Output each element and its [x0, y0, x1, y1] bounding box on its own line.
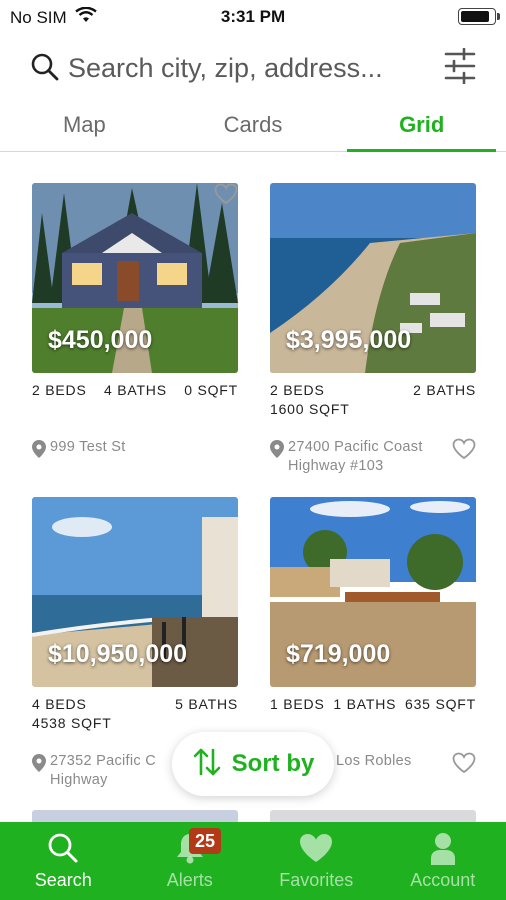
- location-pin-icon: [270, 440, 284, 463]
- view-tabs: Map Cards Grid: [0, 100, 506, 152]
- sqft-count: 1600 SQFT: [270, 401, 350, 417]
- listing-card[interactable]: $450,000 2 BEDS 4 BATHS 0 SQFT 999 Test …: [32, 183, 238, 463]
- listing-price: $3,995,000: [286, 326, 412, 354]
- location-pin-icon: [32, 440, 46, 463]
- nav-label: Search: [34, 870, 92, 890]
- listing-specs: 2 BEDS 4 BATHS 0 SQFT: [32, 381, 238, 400]
- sqft-count: 0 SQFT: [184, 382, 238, 398]
- person-icon: [429, 832, 457, 871]
- filter-sliders-icon[interactable]: [444, 47, 476, 89]
- listing-photo[interactable]: $3,995,000: [270, 183, 476, 373]
- sqft-count: 4538 SQFT: [32, 715, 112, 731]
- listing-specs: 1 BEDS 1 BATHS 635 SQFT: [270, 695, 476, 714]
- listing-address: 999 Test St: [32, 183, 238, 463]
- beds-count: 2 BEDS: [32, 382, 87, 398]
- listing-price: $719,000: [286, 640, 391, 668]
- sort-arrows-icon: [192, 747, 222, 782]
- nav-favorites[interactable]: Favorites: [253, 822, 380, 900]
- beds-count: 2 BEDS: [270, 382, 325, 398]
- nav-label: Alerts: [166, 870, 213, 890]
- status-bar: No SIM 3:31 PM: [0, 0, 506, 34]
- listing-photo[interactable]: $10,950,000: [32, 497, 238, 687]
- location-pin-icon: [32, 754, 46, 777]
- listing-photo[interactable]: $450,000: [32, 183, 238, 373]
- battery-icon: [458, 8, 500, 25]
- favorite-heart-icon[interactable]: [452, 438, 476, 465]
- nav-label: Account: [410, 870, 476, 890]
- favorite-heart-icon[interactable]: [214, 183, 238, 210]
- nav-account[interactable]: Account: [380, 822, 506, 900]
- listing-card[interactable]: $719,000 1 BEDS 1 BATHS 635 SQFT Los Rob…: [270, 497, 476, 774]
- tab-map[interactable]: Map: [0, 100, 169, 151]
- search-icon: [47, 832, 79, 869]
- search-icon: [30, 52, 60, 87]
- listing-price: $450,000: [48, 326, 153, 354]
- listing-card-partial[interactable]: [270, 810, 476, 822]
- heart-icon: [298, 832, 334, 869]
- baths-count: 1 BATHS: [333, 696, 397, 712]
- search-bar: [0, 42, 506, 94]
- baths-count: 5 BATHS: [175, 696, 238, 712]
- clock: 3:31 PM: [220, 7, 286, 26]
- tab-cards[interactable]: Cards: [169, 100, 338, 151]
- address-text: 27400 Pacific Coast Highway #103: [288, 439, 423, 474]
- sqft-count: 635 SQFT: [405, 696, 476, 712]
- beds-count: 4 BEDS: [32, 696, 87, 712]
- listing-address: 27400 Pacific Coast Highway #103: [270, 438, 476, 476]
- sort-label: Sort by: [231, 750, 315, 777]
- favorite-heart-icon[interactable]: [452, 752, 476, 779]
- nav-label: Favorites: [279, 870, 354, 890]
- listing-price: $10,950,000: [48, 640, 188, 668]
- nav-search[interactable]: Search: [0, 822, 127, 900]
- baths-count: 2 BATHS: [413, 382, 476, 398]
- listing-card[interactable]: $3,995,000 2 BEDS 2 BATHS 1600 SQFT 2740…: [270, 183, 476, 476]
- sort-button[interactable]: Sort by: [172, 732, 334, 796]
- alerts-badge: 25: [189, 828, 221, 854]
- tab-grid[interactable]: Grid: [337, 100, 506, 152]
- address-text: 999 Test St: [50, 439, 126, 455]
- baths-count: 4 BATHS: [103, 382, 167, 398]
- listing-specs: 4 BEDS 5 BATHS 4538 SQFT: [32, 695, 238, 733]
- search-input[interactable]: [68, 50, 428, 86]
- beds-count: 1 BEDS: [270, 696, 325, 712]
- listing-photo[interactable]: $719,000: [270, 497, 476, 687]
- bottom-nav: Search Alerts Favorites Account: [0, 822, 506, 900]
- listing-specs: 2 BEDS 2 BATHS 1600 SQFT: [270, 381, 476, 419]
- listing-card-partial[interactable]: [32, 810, 238, 822]
